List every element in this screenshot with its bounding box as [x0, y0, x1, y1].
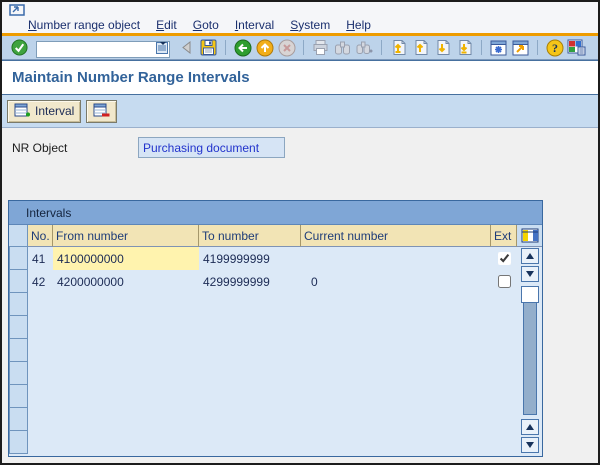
menubar: Number range object Edit Goto Interval S…: [2, 16, 598, 33]
column-header-ext[interactable]: Ext: [491, 225, 517, 247]
menu-interval[interactable]: Interval: [227, 18, 282, 32]
cell-no[interactable]: 41: [28, 252, 53, 266]
new-session-icon[interactable]: [489, 38, 508, 57]
standard-toolbar: ?: [2, 36, 598, 60]
table-row: 41 4100000000 4199999999: [28, 247, 518, 270]
last-page-icon[interactable]: [455, 38, 474, 57]
back-triangle-icon[interactable]: [177, 38, 196, 57]
table-row: 42 4200000000 4299999999 0: [28, 270, 518, 293]
menu-edit[interactable]: Edit: [148, 18, 185, 32]
menu-number-range-object[interactable]: Number range object: [20, 18, 148, 32]
row-selector[interactable]: [9, 431, 28, 454]
column-header-no[interactable]: No.: [28, 225, 53, 247]
cell-ext: [491, 275, 517, 288]
row-selector[interactable]: [9, 408, 28, 431]
down-arrow-icon: [526, 442, 534, 448]
row-selector[interactable]: [9, 362, 28, 385]
toolbar-separator: [481, 40, 482, 55]
scrollbar-thumb[interactable]: [521, 286, 539, 303]
cell-current[interactable]: 0: [301, 275, 491, 289]
ext-checkbox[interactable]: [497, 252, 511, 265]
save-icon[interactable]: [199, 38, 218, 57]
add-interval-icon: [14, 103, 30, 117]
delete-interval-icon: [93, 103, 110, 117]
vertical-scrollbar: [518, 247, 542, 456]
create-shortcut-icon[interactable]: [511, 38, 530, 57]
enter-icon[interactable]: [10, 38, 29, 57]
column-header-to[interactable]: To number: [199, 225, 301, 247]
menu-goto[interactable]: Goto: [185, 18, 227, 32]
cell-from[interactable]: 4100000000: [53, 247, 199, 270]
system-menu-icon[interactable]: [9, 4, 25, 16]
first-page-icon[interactable]: [389, 38, 408, 57]
toolbar-separator: [381, 40, 382, 55]
content-area: NR Object Purchasing document Intervals …: [2, 128, 598, 463]
sap-window: Number range object Edit Goto Interval S…: [0, 0, 600, 465]
add-interval-button[interactable]: Interval: [7, 99, 82, 123]
row-selector[interactable]: [9, 270, 28, 293]
page-up-icon[interactable]: [411, 38, 430, 57]
page-down-icon[interactable]: [433, 38, 452, 57]
customize-layout-icon[interactable]: [567, 38, 586, 57]
scroll-up-button[interactable]: [521, 248, 539, 264]
scrollbar-track[interactable]: [523, 286, 537, 415]
intervals-table: Intervals No. From number To number Curr…: [8, 200, 543, 457]
nr-object-field[interactable]: Purchasing document: [138, 137, 285, 158]
row-selector[interactable]: [9, 339, 28, 362]
ext-checkbox[interactable]: [497, 275, 511, 288]
scroll-down-button-bottom[interactable]: [521, 437, 539, 453]
row-selector[interactable]: [9, 385, 28, 408]
delete-interval-button[interactable]: [86, 99, 118, 123]
find-icon: [333, 38, 352, 57]
application-toolbar: Interval: [2, 95, 598, 128]
nr-object-label: NR Object: [12, 141, 68, 155]
help-icon[interactable]: ?: [545, 38, 564, 57]
up-arrow-icon: [526, 424, 534, 430]
svg-text:?: ?: [552, 41, 558, 55]
page-title: Maintain Number Range Intervals: [12, 69, 250, 86]
table-rows: 41 4100000000 4199999999 42 4200000000 4…: [28, 247, 518, 293]
cell-to[interactable]: 4199999999: [199, 252, 301, 266]
table-config-icon: [521, 228, 538, 243]
select-all-cell[interactable]: [9, 225, 28, 247]
row-selector[interactable]: [9, 316, 28, 339]
intervals-group-header: Intervals: [9, 201, 542, 225]
column-header-current[interactable]: Current number: [301, 225, 491, 247]
cell-no[interactable]: 42: [28, 275, 53, 289]
cell-ext: [491, 252, 517, 265]
history-dropdown-icon[interactable]: [156, 41, 168, 54]
cell-to[interactable]: 4299999999: [199, 275, 301, 289]
cell-from[interactable]: 4200000000: [53, 270, 199, 293]
menu-help[interactable]: Help: [338, 18, 379, 32]
back-icon[interactable]: [233, 38, 252, 57]
table-config-button[interactable]: [517, 225, 542, 247]
toolbar-separator: [225, 40, 226, 55]
exit-icon[interactable]: [255, 38, 274, 57]
add-interval-label: Interval: [35, 104, 75, 118]
row-selector[interactable]: [9, 293, 28, 316]
scroll-up-button-bottom[interactable]: [521, 419, 539, 435]
toolbar-separator: [537, 40, 538, 55]
menu-system[interactable]: System: [282, 18, 338, 32]
up-arrow-icon: [526, 253, 534, 259]
scroll-down-button[interactable]: [521, 266, 539, 282]
column-header-from[interactable]: From number: [53, 225, 199, 247]
row-selector-column: [9, 247, 28, 456]
titlebar: [2, 2, 598, 16]
title-band: Maintain Number Range Intervals: [2, 60, 598, 95]
down-arrow-icon: [526, 271, 534, 277]
command-field-input[interactable]: [36, 40, 170, 58]
toolbar-separator: [303, 40, 304, 55]
row-selector[interactable]: [9, 247, 28, 270]
table-header-row: No. From number To number Current number…: [9, 225, 542, 247]
find-next-icon: [355, 38, 374, 57]
print-icon: [311, 38, 330, 57]
cancel-icon: [277, 38, 296, 57]
